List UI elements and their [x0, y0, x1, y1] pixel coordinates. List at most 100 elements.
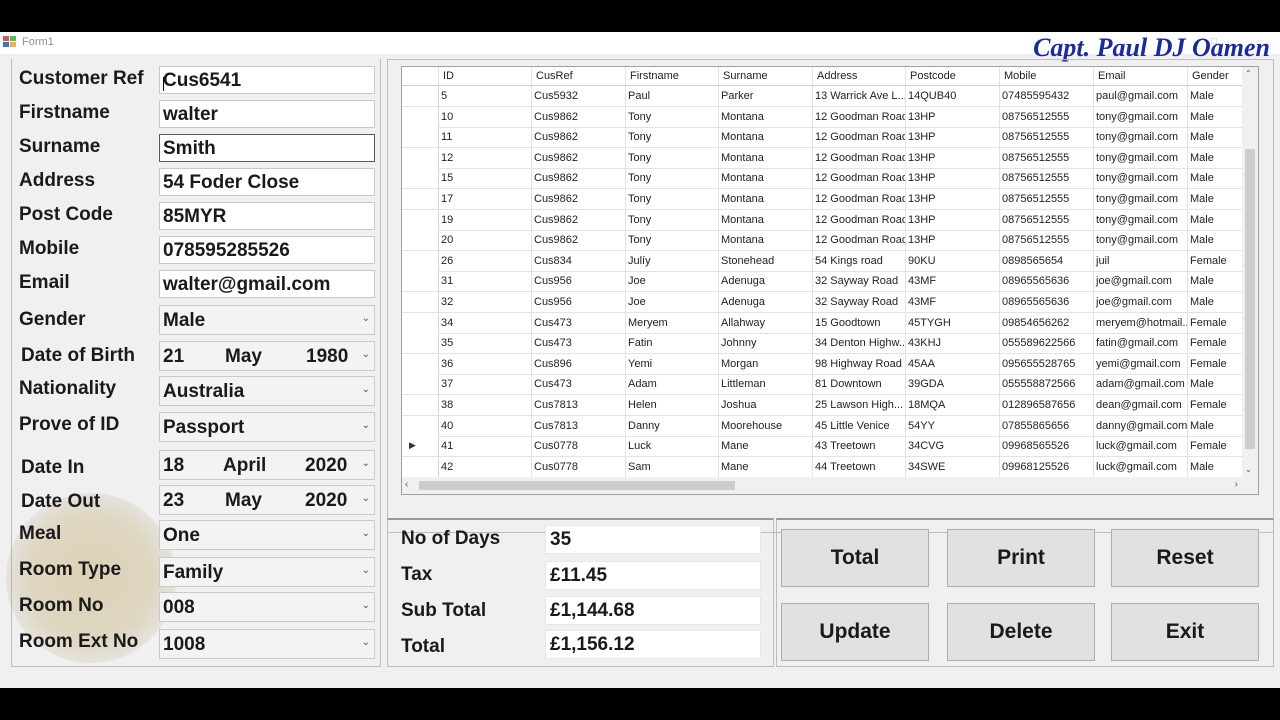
table-cell[interactable]: Cus7813	[532, 415, 626, 437]
dob-year[interactable]: 1980	[306, 346, 348, 368]
chevron-down-icon[interactable]: ⌄	[362, 637, 370, 648]
table-cell[interactable]: Montana	[719, 106, 813, 128]
table-cell[interactable]: dean@gmail.com	[1094, 395, 1188, 416]
table-cell[interactable]: 35	[439, 333, 532, 355]
table-cell[interactable]: 45 Little Venice	[813, 415, 906, 437]
total-field[interactable]: £1,156.12	[545, 630, 761, 659]
reset-button[interactable]: Reset	[1111, 529, 1259, 587]
date-out-day[interactable]: 23	[163, 490, 184, 512]
row-header[interactable]	[402, 312, 439, 334]
table-row[interactable]: 36 Cus896 Yemi Morgan 98 Highway Road 45AA 095…	[402, 353, 1258, 375]
table-cell[interactable]: Tony	[626, 106, 719, 128]
date-out-picker[interactable]: 23 May 2020 ⌄	[159, 485, 375, 515]
table-cell[interactable]: 12 Goodman Road	[813, 106, 906, 128]
table-cell[interactable]: yemi@gmail.com	[1094, 353, 1188, 375]
table-cell[interactable]: 09968125526	[1000, 456, 1094, 478]
chevron-down-icon[interactable]: ⌄	[362, 420, 370, 431]
table-cell[interactable]: 055558872566	[1000, 374, 1094, 396]
table-cell[interactable]: 08965565636	[1000, 271, 1094, 293]
table-cell[interactable]: 34CVG	[906, 436, 1000, 458]
table-cell[interactable]: Cus473	[532, 312, 626, 334]
delete-button[interactable]: Delete	[947, 603, 1095, 661]
date-in-month[interactable]: April	[223, 455, 266, 477]
table-row[interactable]: ▶ 41 Cus0778 Luck Mane 43 Treetown 34CVG 099685…	[402, 436, 1258, 458]
table-cell[interactable]: Adam	[626, 374, 719, 396]
table-row[interactable]: 19 Cus9862 Tony Montana 12 Goodman Road 13HP 0…	[402, 209, 1258, 231]
table-cell[interactable]: Male	[1188, 271, 1245, 293]
row-header[interactable]	[402, 292, 439, 313]
table-cell[interactable]: Parker	[719, 86, 813, 107]
table-cell[interactable]: Male	[1188, 168, 1245, 190]
table-cell[interactable]: 12 Goodman Road	[813, 209, 906, 231]
email-input[interactable]: walter@gmail.com	[159, 270, 375, 298]
table-cell[interactable]: Montana	[719, 168, 813, 190]
table-cell[interactable]: 43MF	[906, 292, 1000, 313]
table-cell[interactable]: Female	[1188, 333, 1245, 355]
table-cell[interactable]: 40	[439, 415, 532, 437]
dob-day[interactable]: 21	[163, 346, 184, 368]
table-cell[interactable]: Female	[1188, 436, 1245, 458]
table-cell[interactable]: adam@gmail.com	[1094, 374, 1188, 396]
table-cell[interactable]: juil	[1094, 250, 1188, 272]
table-cell[interactable]: Stonehead	[719, 250, 813, 272]
table-cell[interactable]: tony@gmail.com	[1094, 230, 1188, 252]
prove-of-id-select[interactable]: Passport ⌄	[159, 412, 375, 442]
table-cell[interactable]: 08756512555	[1000, 209, 1094, 231]
update-button[interactable]: Update	[781, 603, 929, 661]
table-row[interactable]: 26 Cus834 Julíy Stonehead 54 Kings road 90KU 0…	[402, 250, 1258, 272]
table-cell[interactable]: 13HP	[906, 127, 1000, 149]
chevron-down-icon[interactable]: ⌄	[362, 565, 370, 576]
column-header[interactable]: Firstname	[626, 67, 719, 86]
table-cell[interactable]: Joe	[626, 292, 719, 313]
table-row[interactable]: 15 Cus9862 Tony Montana 12 Goodman Road 13HP 0…	[402, 168, 1258, 190]
table-cell[interactable]: 13HP	[906, 147, 1000, 169]
table-cell[interactable]: fatin@gmail.com	[1094, 333, 1188, 355]
table-cell[interactable]: 43MF	[906, 271, 1000, 293]
table-row[interactable]: 32 Cus956 Joe Adenuga 32 Sayway Road 43MF 0896…	[402, 292, 1258, 313]
chevron-down-icon[interactable]: ⌄	[362, 458, 370, 469]
table-cell[interactable]: 37	[439, 374, 532, 396]
table-cell[interactable]: 5	[439, 86, 532, 107]
table-cell[interactable]: Yemi	[626, 353, 719, 375]
room-ext-no-select[interactable]: 1008 ⌄	[159, 629, 375, 659]
table-cell[interactable]: Cus0778	[532, 456, 626, 478]
row-header[interactable]	[402, 209, 439, 231]
table-cell[interactable]: Cus473	[532, 333, 626, 355]
table-row[interactable]: 38 Cus7813 Helen Joshua 25 Lawson High... 18M…	[402, 395, 1258, 416]
table-cell[interactable]: Cus7813	[532, 395, 626, 416]
table-cell[interactable]: 12	[439, 147, 532, 169]
chevron-down-icon[interactable]: ⌄	[362, 493, 370, 504]
print-button[interactable]: Print	[947, 529, 1095, 587]
table-cell[interactable]: 13 Warrick Ave L...	[813, 86, 906, 107]
table-cell[interactable]: 09854656262	[1000, 312, 1094, 334]
table-row[interactable]: 20 Cus9862 Tony Montana 12 Goodman Road 13HP 0…	[402, 230, 1258, 252]
table-cell[interactable]: Montana	[719, 127, 813, 149]
table-cell[interactable]: 42	[439, 456, 532, 478]
table-cell[interactable]: Morgan	[719, 353, 813, 375]
table-cell[interactable]: 31	[439, 271, 532, 293]
table-cell[interactable]: 0898565654	[1000, 250, 1094, 272]
table-cell[interactable]: 19	[439, 209, 532, 231]
column-header[interactable]: Gender	[1188, 67, 1245, 86]
scroll-left-icon[interactable]: ‹	[405, 479, 408, 490]
table-cell[interactable]: 08756512555	[1000, 106, 1094, 128]
table-row[interactable]: 35 Cus473 Fatin Johnny 34 Denton Highw... 43K…	[402, 333, 1258, 355]
table-cell[interactable]: luck@gmail.com	[1094, 436, 1188, 458]
table-cell[interactable]: Mane	[719, 436, 813, 458]
table-cell[interactable]: joe@gmail.com	[1094, 271, 1188, 293]
date-out-year[interactable]: 2020	[305, 490, 347, 512]
table-cell[interactable]: Mane	[719, 456, 813, 478]
column-header[interactable]: Surname	[719, 67, 813, 86]
table-cell[interactable]: paul@gmail.com	[1094, 86, 1188, 107]
column-header[interactable]: CusRef	[532, 67, 626, 86]
table-cell[interactable]: 10	[439, 106, 532, 128]
chevron-down-icon[interactable]: ⌄	[362, 349, 370, 360]
table-cell[interactable]: Joshua	[719, 395, 813, 416]
table-cell[interactable]: Littleman	[719, 374, 813, 396]
table-cell[interactable]: 38	[439, 395, 532, 416]
table-cell[interactable]: Cus9862	[532, 189, 626, 210]
table-cell[interactable]: Male	[1188, 127, 1245, 149]
table-cell[interactable]: Cus0778	[532, 436, 626, 458]
table-cell[interactable]: Joe	[626, 271, 719, 293]
table-row[interactable]: 11 Cus9862 Tony Montana 12 Goodman Road 13HP 0…	[402, 127, 1258, 149]
